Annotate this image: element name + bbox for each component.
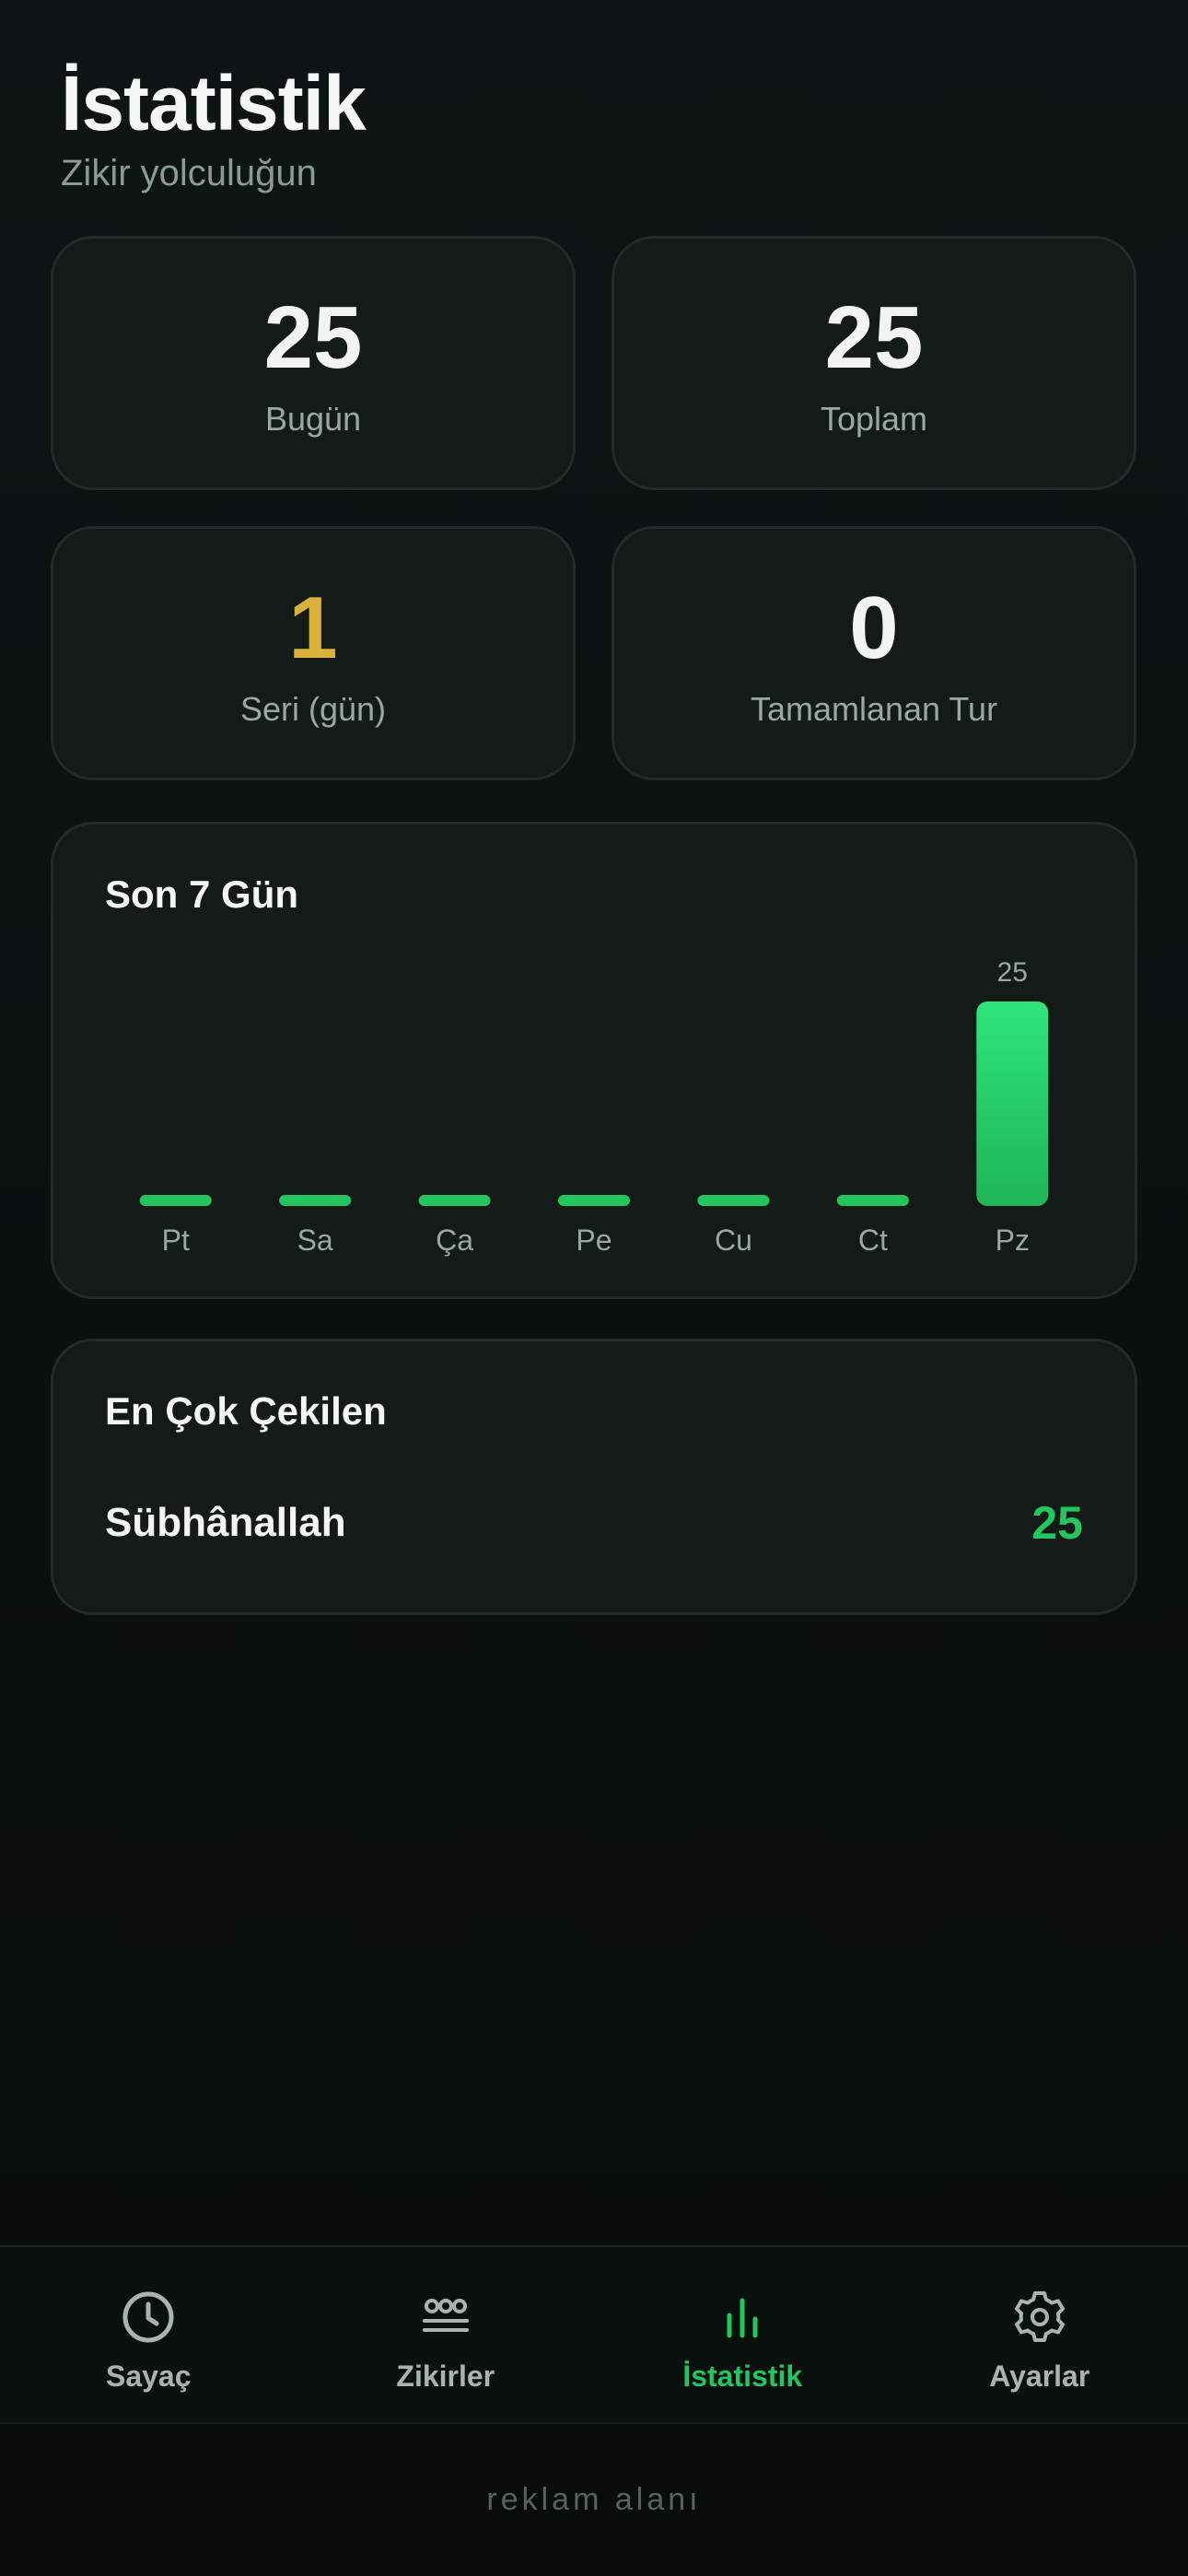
gear-icon <box>1014 2291 1065 2342</box>
stat-value-today: 25 <box>263 288 363 387</box>
weekly-chart-card: Pt Sa Ça Pe Cu Ct Pz 25 Son 7 Gün <box>51 822 1137 1299</box>
chart-data-label: 25 <box>997 957 1028 988</box>
stat-label-total: Toplam <box>820 400 928 438</box>
chart-category-label: Ça <box>436 1224 473 1257</box>
stat-label-streak: Seri (gün) <box>239 690 387 728</box>
chart-category-label: Pe <box>576 1224 611 1257</box>
chart-category-label: Pz <box>996 1224 1030 1257</box>
statistics-screen: İstatistik Zikir yolculuğun 25 Bugün 25 … <box>0 0 1188 2576</box>
stat-value-streak: 1 <box>288 579 338 677</box>
ad-banner: reklam alanı <box>0 2424 1188 2576</box>
tab-label-istatistik: İstatistik <box>682 2359 803 2393</box>
stat-label-rounds: Tamamlanan Tur <box>750 690 998 728</box>
most-recited-row: Sübhânallah 25 <box>105 1496 1083 1550</box>
clock-icon <box>122 2291 174 2343</box>
chart-category-label: Sa <box>297 1224 333 1257</box>
most-recited-card: En Çok Çekilen Sübhânallah 25 <box>51 1339 1137 1615</box>
tab-label-zikirler: Zikirler <box>396 2359 495 2393</box>
tab-sayac[interactable]: Sayaç <box>0 2247 297 2422</box>
stat-value-total: 25 <box>824 288 924 387</box>
ad-text: reklam alanı <box>486 2482 702 2517</box>
chart-bar-Ça <box>418 1195 491 1206</box>
stat-card-streak: 1 Seri (gün) <box>51 526 576 780</box>
stat-label-today: Bugün <box>264 400 362 438</box>
page-title: İstatistik <box>61 60 367 146</box>
tab-label-sayac: Sayaç <box>105 2359 192 2393</box>
chart-category-label: Cu <box>715 1224 752 1257</box>
chart-category-label: Pt <box>162 1224 190 1257</box>
chart-bar-Pt <box>139 1195 212 1206</box>
stat-value-rounds: 0 <box>849 579 899 677</box>
chart-category-label: Ct <box>858 1224 888 1257</box>
most-recited-title: En Çok Çekilen <box>105 1389 387 1433</box>
most-recited-count: 25 <box>1031 1497 1083 1549</box>
chart-bar-Pe <box>558 1195 630 1206</box>
bar-chart-icon <box>727 2298 758 2338</box>
tab-bar: Sayaç Zikirler İstatistik Ayarlar <box>0 2245 1188 2424</box>
tab-label-ayarlar: Ayarlar <box>989 2359 1090 2393</box>
chart-bar-Sa <box>279 1195 352 1206</box>
stat-card-rounds: 0 Tamamlanan Tur <box>611 526 1136 780</box>
tab-ayarlar[interactable]: Ayarlar <box>891 2247 1188 2422</box>
stat-card-today: 25 Bugün <box>51 236 576 490</box>
most-recited-name: Sübhânallah <box>105 1500 346 1545</box>
page-subtitle: Zikir yolculuğun <box>61 153 317 193</box>
tab-istatistik[interactable]: İstatistik <box>594 2247 891 2422</box>
chart-bar-Pz <box>976 1001 1049 1206</box>
chart-bar-Ct <box>836 1195 909 1206</box>
stat-card-total: 25 Toplam <box>611 236 1136 490</box>
header: İstatistik Zikir yolculuğun <box>61 57 367 194</box>
beads-icon <box>422 2299 469 2332</box>
chart-title: Son 7 Gün <box>105 872 298 916</box>
tab-zikirler[interactable]: Zikirler <box>297 2247 595 2422</box>
chart-bar-Cu <box>697 1195 770 1206</box>
